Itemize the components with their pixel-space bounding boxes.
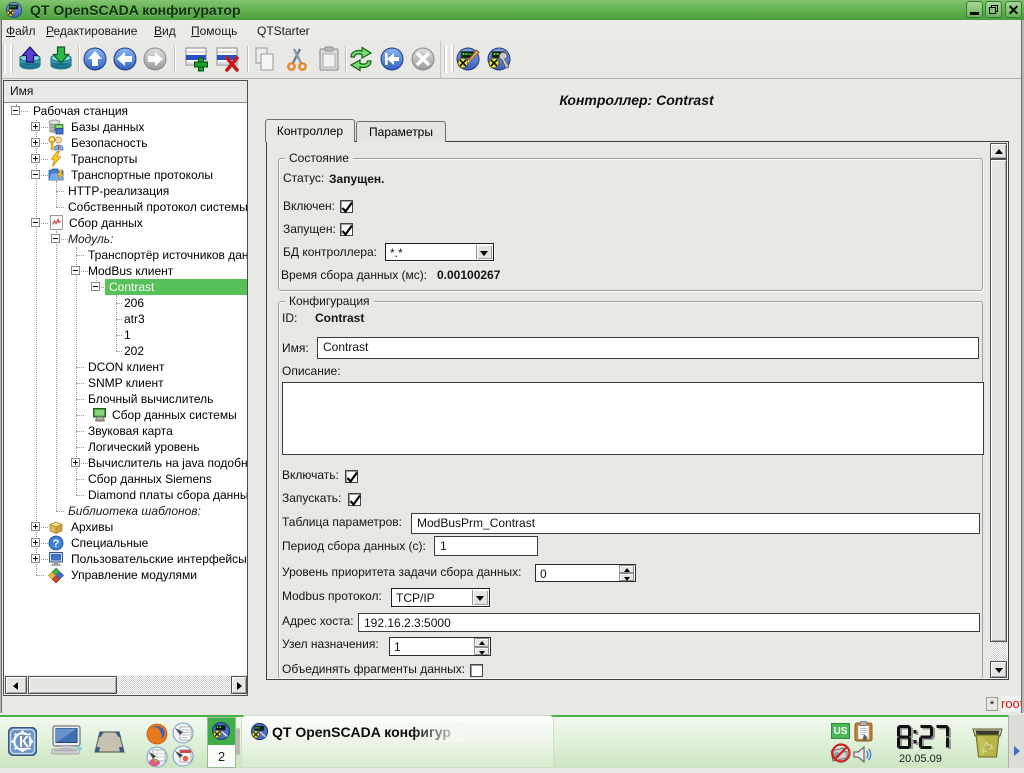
svg-text:?: ? <box>53 538 60 550</box>
